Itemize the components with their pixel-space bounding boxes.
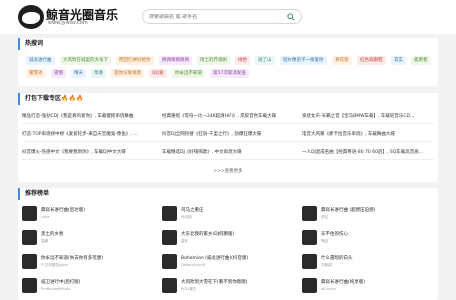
song-title[interactable]: 大风吹到大雪在下(看不到你嗯嗯) [181,279,293,285]
song-artist: 司马南 [181,215,192,219]
album-cover[interactable] [302,278,317,293]
pack-row: 精品打造-强劲CDJ《我是真的爱你》, 车载慢摇串烧舞曲 经典重唱《等符一比一2… [22,109,434,124]
hot-tag[interactable]: 周土的芥纸帆 [197,56,230,65]
album-cover[interactable] [162,254,177,269]
pack-item[interactable]: 一人DJ混成名曲【经典粤语-80 70 60后】, SQ车载高音质... [302,145,436,160]
pack-item[interactable]: 抖音DJ全网热搜《狂浪-千里之行》, 劲爆狂爆大碟 [162,127,296,142]
hot-search-panel: 热搜词 诚龙进行曲 大风吹在城里的大号下 把回忆拼好给你 佩佩佩佩佩佩 周土的芥纸帆 绿色… [18,38,438,86]
album-cover[interactable] [22,278,37,293]
hot-tag[interactable]: 你永远不知道 [172,69,205,78]
hot-tag[interactable]: 青花瓷 [332,56,352,65]
hot-tag[interactable]: 是你没发现我 [111,69,144,78]
site-header: 鲸音光圈音乐 www.jywav.com [0,0,456,34]
hot-tag[interactable]: 绿色 [235,56,250,65]
hot-tag[interactable]: 大风吹在城里的大号下 [60,56,111,65]
hot-search-title: 热搜词 [18,38,438,50]
whale-logo-icon [18,5,44,29]
pack-item[interactable]: 抖音爆火-伤感中文《我要我到你》, 车载DJ中文大碟 [22,145,156,160]
song-item[interactable]: 黑土的乡愁 高峰 [22,228,156,247]
song-item[interactable]: 司马之重庄 司马南 [162,204,296,223]
hot-tag[interactable]: 把回忆拼好给你 [116,56,154,65]
hot-tag[interactable]: 佩佩佩佩佩佩 [159,56,192,65]
song-item[interactable]: 典狱长进行曲(后达版) Lime [22,204,156,223]
song-artist: 千古刘德凯/John [41,263,68,267]
song-title[interactable]: 典狱长进行曲(纯享版) [321,279,433,285]
album-cover[interactable] [162,230,177,245]
song-item[interactable]: 典狱长进行曲 (超燃压迫感) 佚名 [302,204,436,223]
album-cover[interactable] [162,278,177,293]
pack-item[interactable]: 电音大风暴《那卡拉音乐串烧》, 车载舞曲大碟 [302,127,436,142]
pack-download-panel: 打包下载专区🔥🔥🔥 精品打造-强劲CDJ《我是真的爱你》, 车载慢摇串烧舞曲 经… [18,93,438,182]
view-more-link[interactable]: >>>查看更多 [18,166,438,178]
hot-tag[interactable]: 其实 [391,56,406,65]
song-artist: Lime [41,215,50,219]
song-artist: 刘紫熠 [321,263,332,267]
recommend-title: 推荐榜单 [18,188,438,200]
hot-tag[interactable]: 红色高跟鞋 [357,56,386,65]
song-artist: 高彤 [181,239,189,243]
album-cover[interactable] [302,206,317,221]
pack-download-title: 打包下载专区🔥🔥🔥 [18,93,438,105]
song-artist: Distant(Hunt) [181,263,206,267]
song-title[interactable]: Bohemian (威龙进行曲)(抖音版) [181,255,293,261]
hot-tag[interactable]: 孤勇者 [411,56,431,65]
search-input[interactable] [149,14,284,20]
hot-tag[interactable]: QQ爱 [149,69,167,78]
song-title[interactable]: 司马之重庄 [181,207,293,213]
song-item[interactable]: 什么雷暗的白头 刘紫熠 [302,252,436,271]
album-cover[interactable] [22,230,37,245]
album-cover[interactable] [302,254,317,269]
song-item[interactable]: 典狱长进行曲(纯享版) all voice [302,276,436,295]
song-title[interactable]: 冻不住的伤心 [321,231,433,237]
search-box [142,9,302,24]
song-artist: ProBlumedMusic [41,287,71,291]
pack-row: 抖音爆火-伤感中文《我要我到你》, 车载DJ中文大碟 车载精选DJ《好嗨嗨歌》,… [22,145,434,160]
song-title[interactable]: 典狱长进行曲 (超燃压迫感) [321,207,433,213]
album-cover[interactable] [302,230,317,245]
album-cover[interactable] [162,206,177,221]
hot-tag[interactable]: 轻纱像弟子一样爱你 [280,56,327,65]
pack-item[interactable]: 经典重唱《等符一比一24K超清HiFi》, 黑胶音色车载大碟 [162,109,296,124]
song-item[interactable]: 大风吹到大雪在下(看不到你嗯嗯) PGL/凝古 [162,276,296,295]
pack-item[interactable]: 打造-TOP串烧榜中榜《爱爱轮步-来自天堂魔鬼-像鱼》, ... [22,127,156,142]
song-item[interactable]: 大东北我的家乡(DJ何鹏版) 高彤 [162,228,296,247]
site-logo[interactable]: 鲸音光圈音乐 www.jywav.com [18,3,128,31]
song-title[interactable]: 黑土的乡愁 [41,231,153,237]
hot-tag[interactable]: 蜜雪冰 [26,69,46,78]
song-artist: 陶钰 [321,239,329,243]
album-cover[interactable] [22,254,37,269]
hot-tag[interactable]: 草香 [91,69,106,78]
hot-tag[interactable]: 晴天 [71,69,86,78]
song-item[interactable]: 你永远不知道(失去你有多荒唐) 千古刘德凯/John [22,252,156,271]
song-artist: all voice [321,287,336,291]
song-title[interactable]: 典狱长进行曲(后达版) [41,207,153,213]
song-item[interactable]: 威卫进行中(后打版) ProBlumedMusic [22,276,156,295]
song-title[interactable]: 你永远不知道(失去你有多荒唐) [41,255,153,261]
hot-tag[interactable]: 诚龙进行曲 [26,56,55,65]
pack-row: 打造-TOP串烧榜中榜《爱爱轮步-来自天堂魔鬼-像鱼》, ... 抖音DJ全网热… [22,127,434,142]
song-title[interactable]: 大东北我的家乡(DJ何鹏版) [181,231,293,237]
album-cover[interactable] [22,206,37,221]
recommend-panel: 推荐榜单 典狱长进行曲(后达版) Lime 司马之重庄 司马南 典狱长进行曲 (超燃压迫… [18,188,438,300]
song-artist: PGL/凝古 [181,287,197,291]
hot-tag[interactable]: 遗憾 [51,69,66,78]
pack-item[interactable]: 发烧女声-天籁之音【宝马BMW车载】, 车载轻音乐CD... [302,109,436,124]
hot-tag[interactable]: 逃了山 [255,56,275,65]
pack-item[interactable]: 车载精选DJ《好嗨嗨歌》, 中文串烧大碟 [162,145,296,160]
hot-tag[interactable]: 第57次取消发送 [210,69,249,78]
logo-url: www.jywav.com [48,20,88,26]
song-item[interactable]: Bohemian (威龙进行曲)(抖音版) Distant(Hunt) [162,252,296,271]
song-item[interactable]: 冻不住的伤心 陶钰 [302,228,436,247]
pack-item[interactable]: 精品打造-强劲CDJ《我是真的爱你》, 车载慢摇串烧舞曲 [22,109,156,124]
song-artist: 佚名 [321,215,329,219]
hot-search-tags: 诚龙进行曲 大风吹在城里的大号下 把回忆拼好给你 佩佩佩佩佩佩 周土的芥纸帆 绿色 逃了山轻… [26,56,434,86]
song-title[interactable]: 威卫进行中(后打版) [41,279,153,285]
song-title[interactable]: 什么雷暗的白头 [321,255,433,261]
song-artist: 高峰 [41,239,49,243]
search-icon[interactable] [287,13,295,21]
